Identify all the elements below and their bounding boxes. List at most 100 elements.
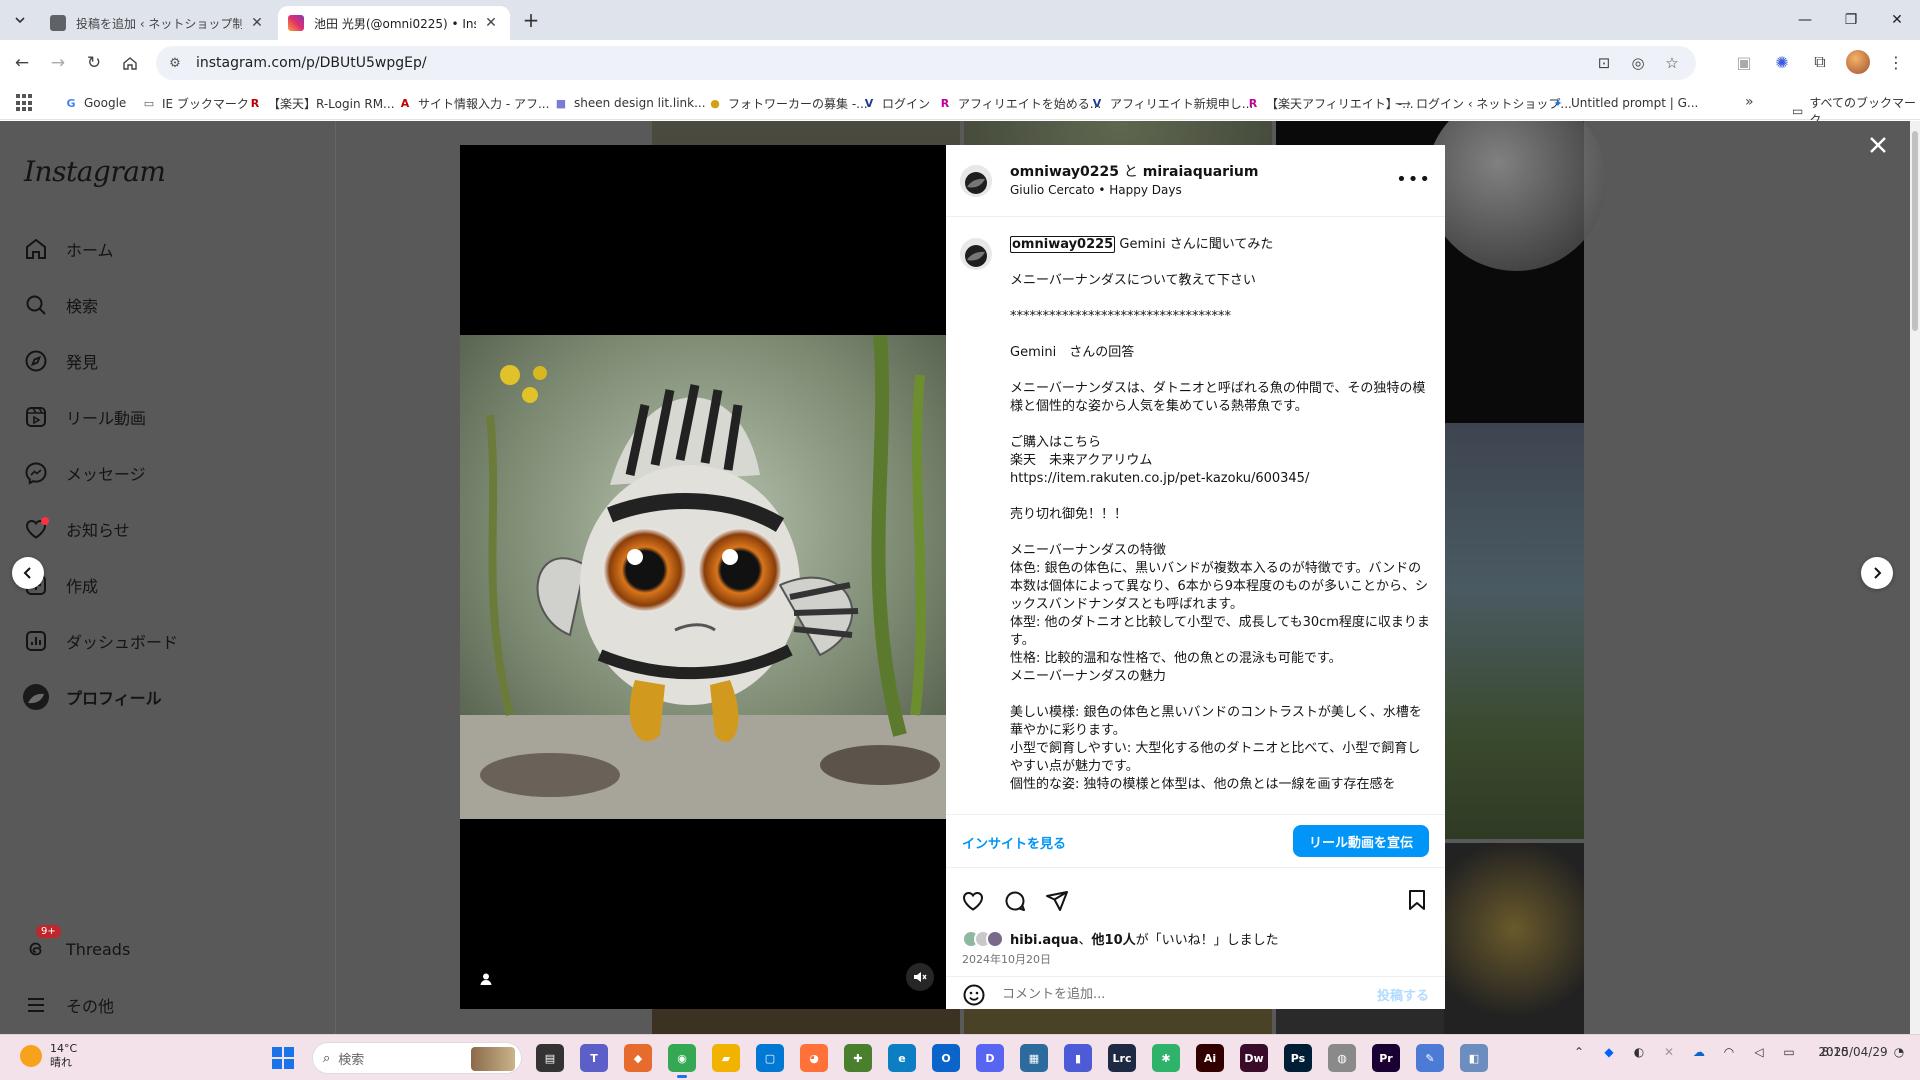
- nav-item-notifications[interactable]: お知らせ: [22, 507, 312, 551]
- site-info-icon[interactable]: ⚙: [160, 48, 190, 78]
- minimize-icon[interactable]: —: [1782, 0, 1828, 40]
- comment-input[interactable]: [1002, 983, 1342, 1005]
- chevron-up-icon[interactable]: ⌃: [1570, 1043, 1588, 1061]
- extension-spark-icon[interactable]: ✺: [1770, 50, 1794, 74]
- more-options-icon[interactable]: •••: [1396, 169, 1431, 190]
- nav-item-home[interactable]: ホーム: [22, 227, 312, 271]
- tagged-users-button[interactable]: [472, 965, 500, 993]
- taskbar-search[interactable]: ⌕ 検索: [312, 1042, 522, 1074]
- new-tab-button[interactable]: +: [520, 8, 542, 32]
- reload-button[interactable]: ↻: [80, 49, 108, 77]
- nav-item-search[interactable]: 検索: [22, 283, 312, 327]
- bookmark-item[interactable]: R 【楽天】R-Login RM...: [248, 94, 395, 112]
- green-app-icon[interactable]: ✱: [1152, 1044, 1180, 1072]
- scrollbar-thumb[interactable]: [1912, 131, 1918, 331]
- discord-icon[interactable]: D: [976, 1044, 1004, 1072]
- copilot-icon[interactable]: ◆: [624, 1044, 652, 1072]
- outlook-icon[interactable]: O: [932, 1044, 960, 1072]
- bookmark-item[interactable]: R アフィリエイトを始める...: [938, 94, 1101, 112]
- battery-icon[interactable]: ▭: [1780, 1043, 1798, 1061]
- collaborator-username-link[interactable]: miraiaquarium: [1143, 164, 1259, 180]
- bookmark-item[interactable]: ✦ Untitled prompt | G...: [1551, 94, 1698, 112]
- restore-icon[interactable]: ❐: [1828, 0, 1874, 40]
- bookmark-star-icon[interactable]: ☆: [1662, 53, 1682, 73]
- audio-info[interactable]: Giulio Cercato • Happy Days: [1010, 183, 1182, 197]
- post-comment-button[interactable]: 投稿する: [1377, 985, 1429, 1004]
- emoji-icon[interactable]: [962, 983, 986, 1007]
- mute-button[interactable]: [906, 963, 934, 991]
- comment-icon[interactable]: [1002, 888, 1028, 914]
- bookmark-item[interactable]: ● フォトワーカーの募集 -...: [708, 94, 867, 112]
- close-icon[interactable]: ✕: [248, 14, 266, 32]
- clock[interactable]: 8:10 2025/04/29: [1810, 1043, 1887, 1061]
- browser-tab-add-post[interactable]: 投稿を追加 ‹ ネットショップ制作・運 ✕: [40, 6, 276, 40]
- like-heart-icon[interactable]: [960, 888, 986, 914]
- bookmark-item[interactable]: R 【楽天アフィリエイト】-...: [1246, 94, 1414, 112]
- app-blue-square-icon[interactable]: ▢: [756, 1044, 784, 1072]
- likes-summary[interactable]: hibi.aqua、他10人が「いいね！」しました: [962, 929, 1279, 948]
- save-bookmark-icon[interactable]: [1405, 888, 1431, 914]
- extension-square-icon[interactable]: ▣: [1732, 50, 1756, 74]
- profile-avatar[interactable]: [1846, 50, 1870, 74]
- nav-item-more[interactable]: その他: [22, 983, 312, 1027]
- author-username-link[interactable]: omniway0225: [1010, 164, 1119, 180]
- nav-item-messages[interactable]: メッセージ: [22, 451, 312, 495]
- photos-icon[interactable]: ▦: [1020, 1044, 1048, 1072]
- extensions-puzzle-icon[interactable]: ⧉: [1808, 50, 1832, 74]
- liker-username[interactable]: hibi.aqua: [1010, 933, 1079, 948]
- dropbox-icon[interactable]: ◆: [1600, 1043, 1618, 1061]
- notification-bell-icon[interactable]: ◔: [1890, 1043, 1908, 1061]
- close-window-icon[interactable]: ✕: [1874, 0, 1920, 40]
- tool-icon[interactable]: ✕: [1660, 1043, 1678, 1061]
- page-scrollbar[interactable]: [1910, 121, 1920, 1034]
- caption-scroll-area[interactable]: omniway0225 Gemini さんに聞いてみた メニーバーナンダスについ…: [946, 218, 1445, 814]
- edge-icon[interactable]: e: [888, 1044, 916, 1072]
- view-insights-link[interactable]: インサイトを見る: [962, 833, 1066, 852]
- promote-reel-button[interactable]: リール動画を宣伝: [1292, 825, 1429, 857]
- chrome-icon[interactable]: ◉: [668, 1044, 696, 1078]
- previous-post-button[interactable]: [12, 557, 44, 589]
- tab-search-button[interactable]: [8, 8, 32, 32]
- nav-item-profile[interactable]: プロフィール: [22, 675, 312, 719]
- nav-item-create[interactable]: 作成: [22, 563, 312, 607]
- wifi-icon[interactable]: ◠: [1720, 1043, 1738, 1061]
- photoshop-icon[interactable]: Ps: [1284, 1044, 1312, 1072]
- firefox-icon[interactable]: ◕: [800, 1044, 828, 1072]
- teams-icon[interactable]: T: [580, 1044, 608, 1072]
- browser-tab-instagram[interactable]: 池田 光男(@omni0225) • Instag ✕: [278, 6, 510, 40]
- onedrive-icon[interactable]: ☁: [1690, 1043, 1708, 1061]
- bookmark-item[interactable]: G Google: [64, 94, 126, 112]
- home-button[interactable]: [116, 49, 144, 77]
- caption-line[interactable]: https://item.rakuten.co.jp/pet-kazoku/60…: [1010, 470, 1430, 488]
- start-windows-icon[interactable]: [272, 1047, 294, 1069]
- bookmark-item[interactable]: ⟶ ログイン ‹ ネットショップ...: [1395, 94, 1572, 112]
- forward-button[interactable]: →: [44, 49, 72, 77]
- nav-item-reels[interactable]: リール動画: [22, 395, 312, 439]
- edge-sync-icon[interactable]: ◐: [1630, 1043, 1648, 1061]
- audio-app-icon[interactable]: ▮: [1064, 1044, 1092, 1072]
- globe-app-icon[interactable]: ◍: [1328, 1044, 1356, 1072]
- install-app-icon[interactable]: ⊡: [1594, 53, 1614, 73]
- file-explorer-dark-icon[interactable]: ▤: [536, 1044, 564, 1072]
- caption-username-link[interactable]: omniway0225: [1010, 236, 1116, 253]
- caption-author-avatar[interactable]: [960, 238, 992, 270]
- next-post-button[interactable]: [1861, 557, 1893, 589]
- bookmark-item[interactable]: ■ sheen design lit.link...: [554, 94, 706, 112]
- close-icon[interactable]: ✕: [482, 14, 500, 32]
- bookmark-item[interactable]: ▭ IE ブックマーク: [142, 94, 249, 112]
- likes-others[interactable]: 他10人: [1092, 933, 1136, 948]
- instagram-logo[interactable]: Instagram: [24, 155, 166, 188]
- apps-grid-icon[interactable]: [16, 94, 34, 112]
- weather-widget[interactable]: 14°C 晴れ: [20, 1042, 77, 1070]
- dreamweaver-icon[interactable]: Dw: [1240, 1044, 1268, 1072]
- premiere-pro-icon[interactable]: Pr: [1372, 1044, 1400, 1072]
- volume-icon[interactable]: ◁: [1750, 1043, 1768, 1061]
- bookmark-item[interactable]: A サイト情報入力 - アフ...: [398, 94, 550, 112]
- back-button[interactable]: ←: [8, 49, 36, 77]
- nav-item-threads[interactable]: 9+ Threads: [22, 925, 312, 971]
- lightroom-classic-icon[interactable]: Lrc: [1108, 1044, 1136, 1072]
- nav-item-explore[interactable]: 発見: [22, 339, 312, 383]
- more-bookmarks-icon[interactable]: »: [1745, 94, 1754, 110]
- bookmark-item[interactable]: V アフィリエイト新規申し...: [1090, 94, 1253, 112]
- notes-app-icon[interactable]: ✎: [1416, 1044, 1444, 1072]
